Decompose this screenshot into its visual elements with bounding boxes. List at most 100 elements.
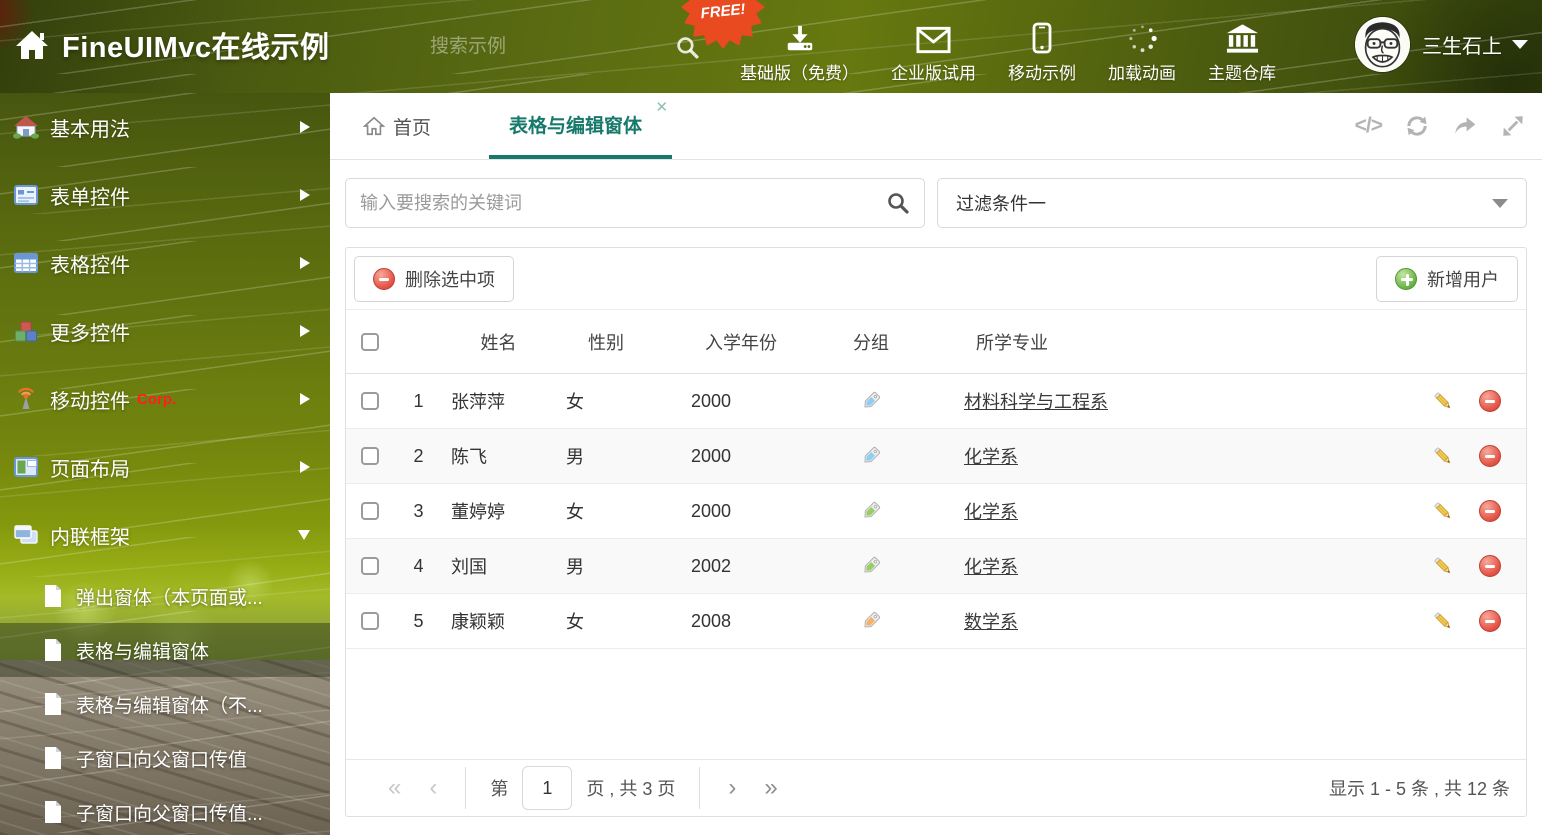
- sidebar-item-grid-controls[interactable]: 表格控件: [0, 229, 330, 297]
- sidebar-item-inline-frame[interactable]: 内联框架: [0, 501, 330, 569]
- delete-icon[interactable]: [1479, 555, 1501, 577]
- row-index: 1: [413, 390, 424, 411]
- table-row: 1 张萍萍 女 2000 材料科学与工程系: [346, 374, 1526, 429]
- first-page-button[interactable]: «: [374, 776, 415, 800]
- sidebar-subitem[interactable]: 表格与编辑窗体: [0, 623, 330, 677]
- major-link[interactable]: 化学系: [964, 498, 1018, 524]
- nav-loading-animation[interactable]: 加载动画: [1092, 20, 1192, 84]
- chevron-right-icon: [300, 189, 310, 201]
- delete-selected-button[interactable]: 删除选中项: [354, 255, 514, 302]
- sidebar-subitem[interactable]: 表格与编辑窗体（不...: [0, 677, 330, 731]
- row-checkbox[interactable]: [361, 392, 379, 410]
- delete-icon[interactable]: [1479, 390, 1501, 412]
- minus-circle-icon: [373, 267, 395, 290]
- tab-label: 首页: [393, 117, 432, 139]
- major-link[interactable]: 化学系: [964, 443, 1018, 469]
- nav-enterprise-trial[interactable]: 企业版试用: [875, 20, 992, 84]
- pager-divider: [465, 767, 467, 809]
- sidebar-subitem-label: 子窗口向父窗口传值...: [76, 803, 263, 825]
- search-icon[interactable]: [675, 35, 700, 60]
- sidebar-subitem[interactable]: 子窗口向父窗口传值...: [0, 785, 330, 835]
- tag-icon: [864, 391, 881, 408]
- delete-icon[interactable]: [1479, 500, 1501, 522]
- sidebar-subitems: 弹出窗体（本页面或... 表格与编辑窗体 表格与编辑窗体（不... 子窗口向父窗…: [0, 569, 330, 835]
- delete-icon[interactable]: [1479, 445, 1501, 467]
- row-name: 刘国: [451, 557, 487, 577]
- row-name: 董婷婷: [451, 502, 505, 522]
- sidebar-subitem-label: 子窗口向父窗口传值: [76, 749, 248, 771]
- row-checkbox[interactable]: [361, 502, 379, 520]
- search-icon[interactable]: [886, 191, 910, 215]
- nav-mobile-demo[interactable]: 移动示例: [992, 20, 1092, 84]
- tab-grid-edit-window[interactable]: 表格与编辑窗体 ✕: [489, 93, 673, 159]
- nav-label: 基础版（免费）: [740, 64, 859, 83]
- download-icon: [784, 20, 816, 54]
- sidebar-item-mobile-controls[interactable]: 移动控件 Corp.: [0, 365, 330, 433]
- sidebar-item-page-layout[interactable]: 页面布局: [0, 433, 330, 501]
- major-link[interactable]: 化学系: [964, 553, 1018, 579]
- row-year: 2008: [691, 610, 732, 631]
- edit-icon[interactable]: [1431, 554, 1455, 578]
- expand-icon[interactable]: [1500, 113, 1526, 139]
- tag-icon: [864, 501, 881, 518]
- row-gender: 男: [566, 447, 584, 467]
- file-icon: [43, 746, 63, 770]
- tab-toolbar: </>: [1355, 93, 1526, 159]
- delete-selected-label: 删除选中项: [405, 269, 495, 290]
- app: FineUIMvc在线示例 FREE! 基础版（免费） 企: [0, 0, 1542, 835]
- nav-basic-edition[interactable]: 基础版（免费）: [724, 20, 875, 84]
- keyword-search[interactable]: [345, 178, 925, 228]
- table-header: 姓名 性别 入学年份 分组 所学专业: [346, 310, 1526, 374]
- plus-circle-icon: [1395, 267, 1417, 290]
- source-code-icon[interactable]: </>: [1355, 114, 1383, 138]
- refresh-icon[interactable]: [1404, 113, 1430, 139]
- filter-row: 过滤条件一: [345, 178, 1527, 228]
- file-icon: [43, 584, 63, 608]
- next-page-button[interactable]: ›: [714, 776, 750, 800]
- page-label-prefix: 第: [490, 779, 509, 799]
- edit-icon[interactable]: [1431, 499, 1455, 523]
- user-menu[interactable]: 三生石上: [1355, 17, 1528, 72]
- edit-icon[interactable]: [1431, 389, 1455, 413]
- row-checkbox[interactable]: [361, 447, 379, 465]
- column-header-year: 入学年份: [705, 332, 777, 353]
- row-year: 2000: [691, 390, 732, 411]
- page-number-input[interactable]: [522, 766, 573, 810]
- sidebar-subitem[interactable]: 弹出窗体（本页面或...: [0, 569, 330, 623]
- app-title: FineUIMvc在线示例: [62, 32, 330, 64]
- add-user-button[interactable]: 新增用户: [1376, 255, 1518, 302]
- sidebar-item-form-controls[interactable]: 表单控件: [0, 161, 330, 229]
- keyword-search-input[interactable]: [360, 192, 886, 214]
- share-icon[interactable]: [1452, 113, 1478, 139]
- header-search[interactable]: [430, 30, 699, 64]
- sidebar-subitem-label: 表格与编辑窗体（不...: [76, 695, 263, 717]
- avatar: [1355, 17, 1410, 72]
- edit-icon[interactable]: [1431, 444, 1455, 468]
- row-checkbox[interactable]: [361, 557, 379, 575]
- home-icon: [363, 115, 385, 137]
- nav-theme-store[interactable]: 主题仓库: [1192, 20, 1292, 84]
- filter-select[interactable]: 过滤条件一: [937, 178, 1527, 228]
- header-search-input[interactable]: [430, 36, 675, 58]
- delete-icon[interactable]: [1479, 610, 1501, 632]
- row-checkbox[interactable]: [361, 612, 379, 630]
- sidebar: 基本用法 表单控件 表格控件 更多控件 移动控件 Corp. 页面布局 内联框架…: [0, 93, 330, 835]
- pager-divider: [699, 767, 701, 809]
- sidebar-item-more-controls[interactable]: 更多控件: [0, 297, 330, 365]
- prev-page-button[interactable]: ‹: [415, 776, 451, 800]
- sidebar-item-basic-usage[interactable]: 基本用法: [0, 93, 330, 161]
- sidebar-item-label: 表单控件: [50, 186, 130, 209]
- home-icon[interactable]: [14, 27, 50, 63]
- edit-icon[interactable]: [1431, 609, 1455, 633]
- chevron-down-icon: [298, 530, 310, 540]
- close-icon[interactable]: ✕: [655, 100, 668, 115]
- sidebar-subitem[interactable]: 子窗口向父窗口传值: [0, 731, 330, 785]
- tab-home[interactable]: 首页: [363, 93, 431, 159]
- row-gender: 男: [566, 557, 584, 577]
- row-name: 陈飞: [451, 447, 487, 467]
- last-page-button[interactable]: »: [750, 776, 791, 800]
- chevron-right-icon: [300, 121, 310, 133]
- major-link[interactable]: 数学系: [964, 608, 1018, 634]
- major-link[interactable]: 材料科学与工程系: [964, 388, 1108, 414]
- select-all-checkbox[interactable]: [361, 332, 379, 351]
